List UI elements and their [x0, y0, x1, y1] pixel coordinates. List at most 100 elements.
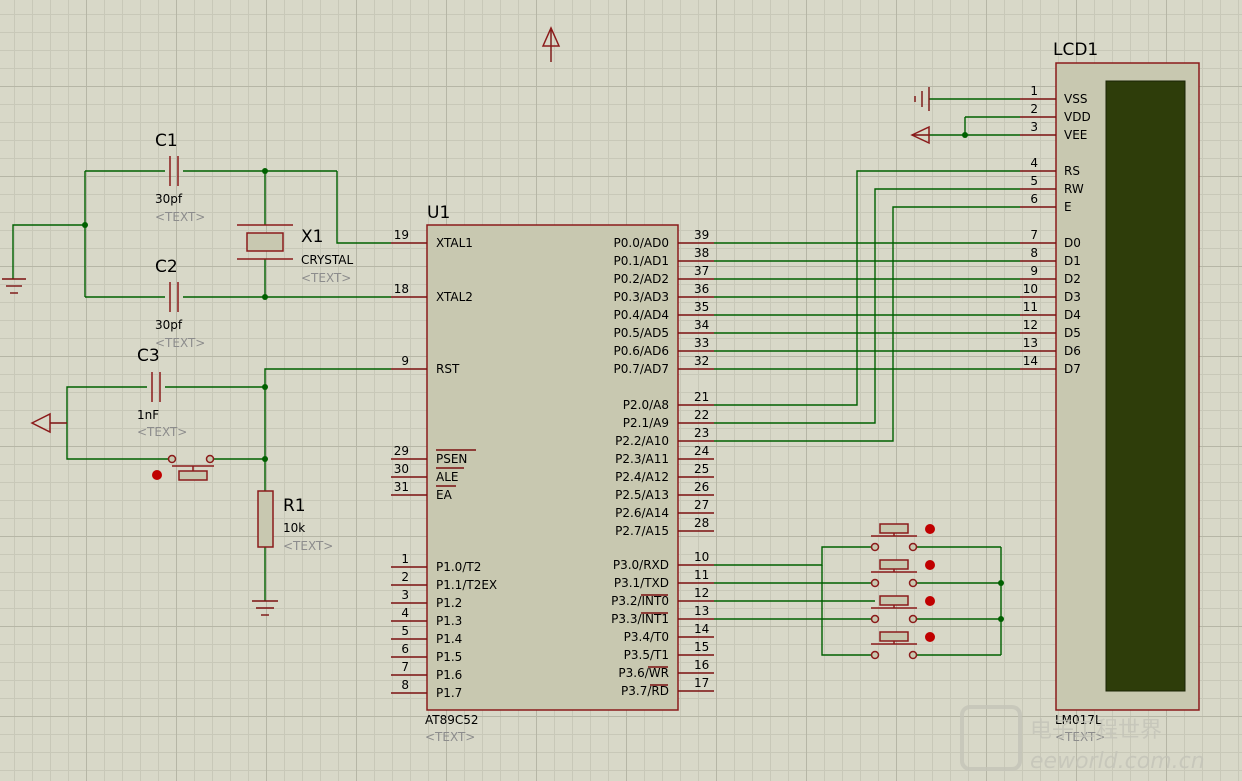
pin-number: 6 [401, 642, 409, 656]
c1-capacitor[interactable] [169, 156, 179, 186]
c2-ref: C2 [155, 257, 178, 277]
pin-number: 13 [1023, 336, 1038, 350]
c3-text: <TEXT> [137, 425, 187, 439]
pin-label: P2.4/A12 [615, 470, 669, 484]
pin-label: P0.6/AD6 [614, 344, 669, 358]
pin-number: 39 [694, 228, 709, 242]
pin-number: 2 [1030, 102, 1038, 116]
c1-ref: C1 [155, 131, 178, 151]
pin-label: PSEN [436, 452, 467, 466]
pin-label: P2.2/A10 [615, 434, 669, 448]
c1-text: <TEXT> [155, 210, 205, 224]
pin-number: 25 [694, 462, 709, 476]
pin-number: 33 [694, 336, 709, 350]
c3-value: 1nF [137, 408, 159, 422]
pin-number: 5 [1030, 174, 1038, 188]
pin-label: RS [1064, 164, 1080, 178]
pin-label: P0.7/AD7 [614, 362, 669, 376]
pin-number: 28 [694, 516, 709, 530]
pin-label: XTAL1 [436, 236, 473, 250]
pin-number: 22 [694, 408, 709, 422]
c3-ref: C3 [137, 346, 160, 366]
pin-number: 9 [401, 354, 409, 368]
u1-part: AT89C52 [425, 713, 479, 727]
pin-label: P3.4/T0 [624, 630, 669, 644]
ground-symbol-left [2, 278, 26, 294]
pin-number: 7 [401, 660, 409, 674]
pin-label: ALE [436, 470, 458, 484]
power-terminal-top[interactable] [541, 26, 561, 62]
pin-number: 37 [694, 264, 709, 278]
pin-number: 4 [1030, 156, 1038, 170]
pin-number: 12 [694, 586, 709, 600]
pin-label: EA [436, 488, 453, 502]
c2-capacitor[interactable] [169, 282, 179, 312]
pin-label: P2.5/A13 [615, 488, 669, 502]
pin-label: D3 [1064, 290, 1081, 304]
pin-number: 10 [1023, 282, 1038, 296]
r1-resistor[interactable] [257, 490, 274, 548]
pin-number: 13 [694, 604, 709, 618]
r1-value: 10k [283, 521, 305, 535]
watermark: 电子工程世界 eeworld.com.cn [960, 705, 1205, 774]
pin-label: P1.5 [436, 650, 462, 664]
pin-number: 2 [401, 570, 409, 584]
pin-label: D7 [1064, 362, 1081, 376]
pin-number: 24 [694, 444, 709, 458]
p3-buttons[interactable] [714, 546, 1004, 656]
pin-label: RST [436, 362, 460, 376]
pin-label: P1.7 [436, 686, 462, 700]
c3-capacitor[interactable] [151, 372, 161, 402]
pin-number: 8 [1030, 246, 1038, 260]
pin-label: P0.2/AD2 [614, 272, 669, 286]
c1-value: 30pf [155, 192, 183, 206]
pin-number: 12 [1023, 318, 1038, 332]
pushbutton-group [870, 523, 935, 660]
pin-number: 18 [394, 282, 409, 296]
pin-number: 1 [401, 552, 409, 566]
pin-label: P0.1/AD1 [614, 254, 669, 268]
pin-number: 14 [1023, 354, 1038, 368]
ground-symbol-bottom [252, 600, 278, 616]
r1-ref: R1 [283, 496, 306, 516]
pin-number: 8 [401, 678, 409, 692]
data-bus-wires [714, 242, 1020, 370]
watermark-cn: 电子工程世界 [1030, 718, 1162, 743]
watermark-url: eeworld.com.cn [1030, 749, 1205, 774]
pin-number: 11 [694, 568, 709, 582]
pin-label: RW [1064, 182, 1084, 196]
pin-label: P3.2/INT0 [611, 594, 669, 608]
pin-number: 10 [694, 550, 709, 564]
u1-text: <TEXT> [425, 730, 475, 744]
pin-number: 17 [694, 676, 709, 690]
pin-label: P2.3/A11 [615, 452, 669, 466]
pin-number: 7 [1030, 228, 1038, 242]
pin-label: P3.7/RD [621, 684, 669, 698]
pin-label: D6 [1064, 344, 1081, 358]
pin-number: 34 [694, 318, 709, 332]
pin-label: P0.3/AD3 [614, 290, 669, 304]
pin-label: P2.6/A14 [615, 506, 669, 520]
pin-label: D5 [1064, 326, 1081, 340]
pin-label: VEE [1064, 128, 1087, 142]
pin-number: 38 [694, 246, 709, 260]
pin-number: 11 [1023, 300, 1038, 314]
schematic: U1 AT89C52 <TEXT> 19XTAL118XTAL29RST29PS… [2, 26, 1205, 774]
pin-number: 26 [694, 480, 709, 494]
pin-label: P3.5/T1 [624, 648, 669, 662]
pin-label: D4 [1064, 308, 1081, 322]
pin-label: E [1064, 200, 1072, 214]
pin-number: 16 [694, 658, 709, 672]
x1-crystal[interactable] [237, 224, 293, 260]
pin-label: P3.6/WR [618, 666, 669, 680]
r1-text: <TEXT> [283, 539, 333, 553]
pin-label: VDD [1064, 110, 1091, 124]
pin-label: P1.4 [436, 632, 462, 646]
pin-number: 30 [394, 462, 409, 476]
control-wires [714, 170, 1020, 442]
pin-number: 32 [694, 354, 709, 368]
c2-text: <TEXT> [155, 336, 205, 350]
x1-text: <TEXT> [301, 271, 351, 285]
schematic-canvas[interactable]: U1 AT89C52 <TEXT> 19 XTAL1 18 XTAL2 9 RST 29 PS… [0, 0, 1242, 781]
pin-label: XTAL2 [436, 290, 473, 304]
